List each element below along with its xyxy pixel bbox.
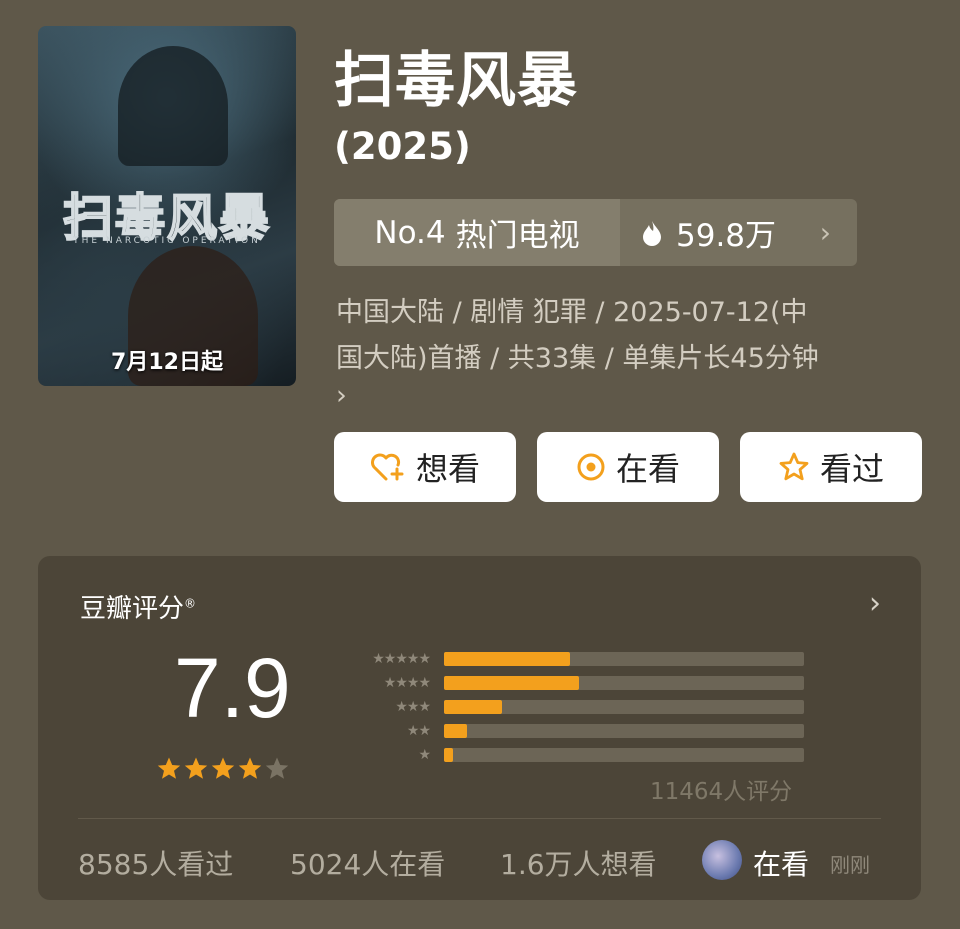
watched-count: 8585人看过: [78, 848, 234, 881]
distribution-bar: [444, 724, 468, 738]
rating-stars: [156, 756, 291, 782]
heat-value: 59.8万: [676, 218, 777, 254]
divider: [78, 818, 881, 819]
distribution-star-label: ★: [418, 747, 431, 763]
heart-plus-icon: [371, 453, 404, 481]
watching-button[interactable]: 在看: [537, 432, 719, 502]
rating-title: 豆瓣评分®: [80, 588, 196, 625]
chevron-right-icon: ›: [819, 216, 831, 249]
rating-panel[interactable]: 豆瓣评分® › 7.9 ★★★★★ ★★★★ ★★★ ★★ ★ 11464人评分 858…: [38, 556, 921, 900]
heat-section: 59.8万 ›: [620, 210, 857, 255]
want-button[interactable]: 想看: [334, 432, 516, 502]
poster-figure-top: [118, 46, 228, 166]
distribution-track: [444, 748, 804, 762]
meta-more-icon[interactable]: ›: [336, 382, 926, 410]
flame-icon: [643, 220, 661, 246]
friend-time: 刚刚: [830, 853, 870, 877]
star-filled-icon: [157, 757, 181, 779]
distribution-bar: [444, 652, 570, 666]
rating-distribution: ★★★★★ ★★★★ ★★★ ★★ ★: [338, 647, 804, 767]
distribution-row: ★★★: [338, 695, 804, 719]
poster-subtitle-art: THE NARCOTIC OPERATION: [73, 236, 261, 246]
distribution-row: ★★★★★: [338, 647, 804, 671]
star-filled-icon: [184, 757, 208, 779]
rank-number: No.4: [374, 214, 446, 251]
meta-line-2: 国大陆)首播 / 共33集 / 单集片长45分钟: [336, 343, 819, 374]
friend-status: 在看: [753, 848, 810, 881]
show-title: 扫毒风暴: [334, 46, 578, 116]
distribution-row: ★★★★: [338, 671, 804, 695]
watching-count: 5024人在看: [290, 848, 446, 881]
star-filled-icon: [238, 757, 262, 779]
wish-count: 1.6万人想看: [500, 848, 657, 881]
chevron-right-icon[interactable]: ›: [869, 586, 881, 621]
target-icon: [577, 453, 605, 481]
poster-date-text: 7月12日起: [111, 350, 223, 375]
registered-mark: ®: [184, 596, 197, 611]
watched-label: 看过: [819, 450, 884, 488]
distribution-bar: [444, 700, 502, 714]
distribution-star-label: ★★: [406, 723, 431, 739]
distribution-star-label: ★★★★★: [372, 651, 431, 667]
distribution-track: [444, 652, 804, 666]
watching-label: 在看: [615, 450, 680, 488]
watched-button[interactable]: 看过: [740, 432, 922, 502]
meta-line-1: 中国大陆 / 剧情 犯罪 / 2025-07-12(中: [336, 297, 808, 328]
distribution-star-label: ★★★★: [383, 675, 431, 691]
distribution-track: [444, 724, 804, 738]
rank-label: No.4 热门电视: [334, 199, 620, 266]
star-filled-icon: [211, 757, 235, 779]
distribution-row: ★: [338, 743, 804, 767]
want-label: 想看: [415, 450, 480, 488]
star-outline-icon: [779, 452, 809, 481]
distribution-track: [444, 700, 804, 714]
distribution-bar: [444, 748, 453, 762]
distribution-bar: [444, 676, 579, 690]
rank-pill[interactable]: No.4 热门电视 59.8万 ›: [334, 199, 857, 266]
distribution-track: [444, 676, 804, 690]
show-meta[interactable]: 中国大陆 / 剧情 犯罪 / 2025-07-12(中 国大陆)首播 / 共33…: [336, 290, 926, 410]
rank-category: 热门电视: [455, 218, 580, 254]
distribution-row: ★★: [338, 719, 804, 743]
star-empty-icon: [265, 757, 289, 779]
rating-count: 11464人评分: [650, 779, 793, 805]
rating-label: 豆瓣评分: [80, 594, 185, 624]
show-year: (2025): [334, 125, 471, 168]
avatar[interactable]: [702, 840, 742, 880]
poster-image[interactable]: 扫毒风暴 THE NARCOTIC OPERATION 7月12日起: [38, 26, 296, 386]
rating-score: 7.9: [174, 641, 291, 735]
distribution-star-label: ★★★: [395, 699, 431, 715]
